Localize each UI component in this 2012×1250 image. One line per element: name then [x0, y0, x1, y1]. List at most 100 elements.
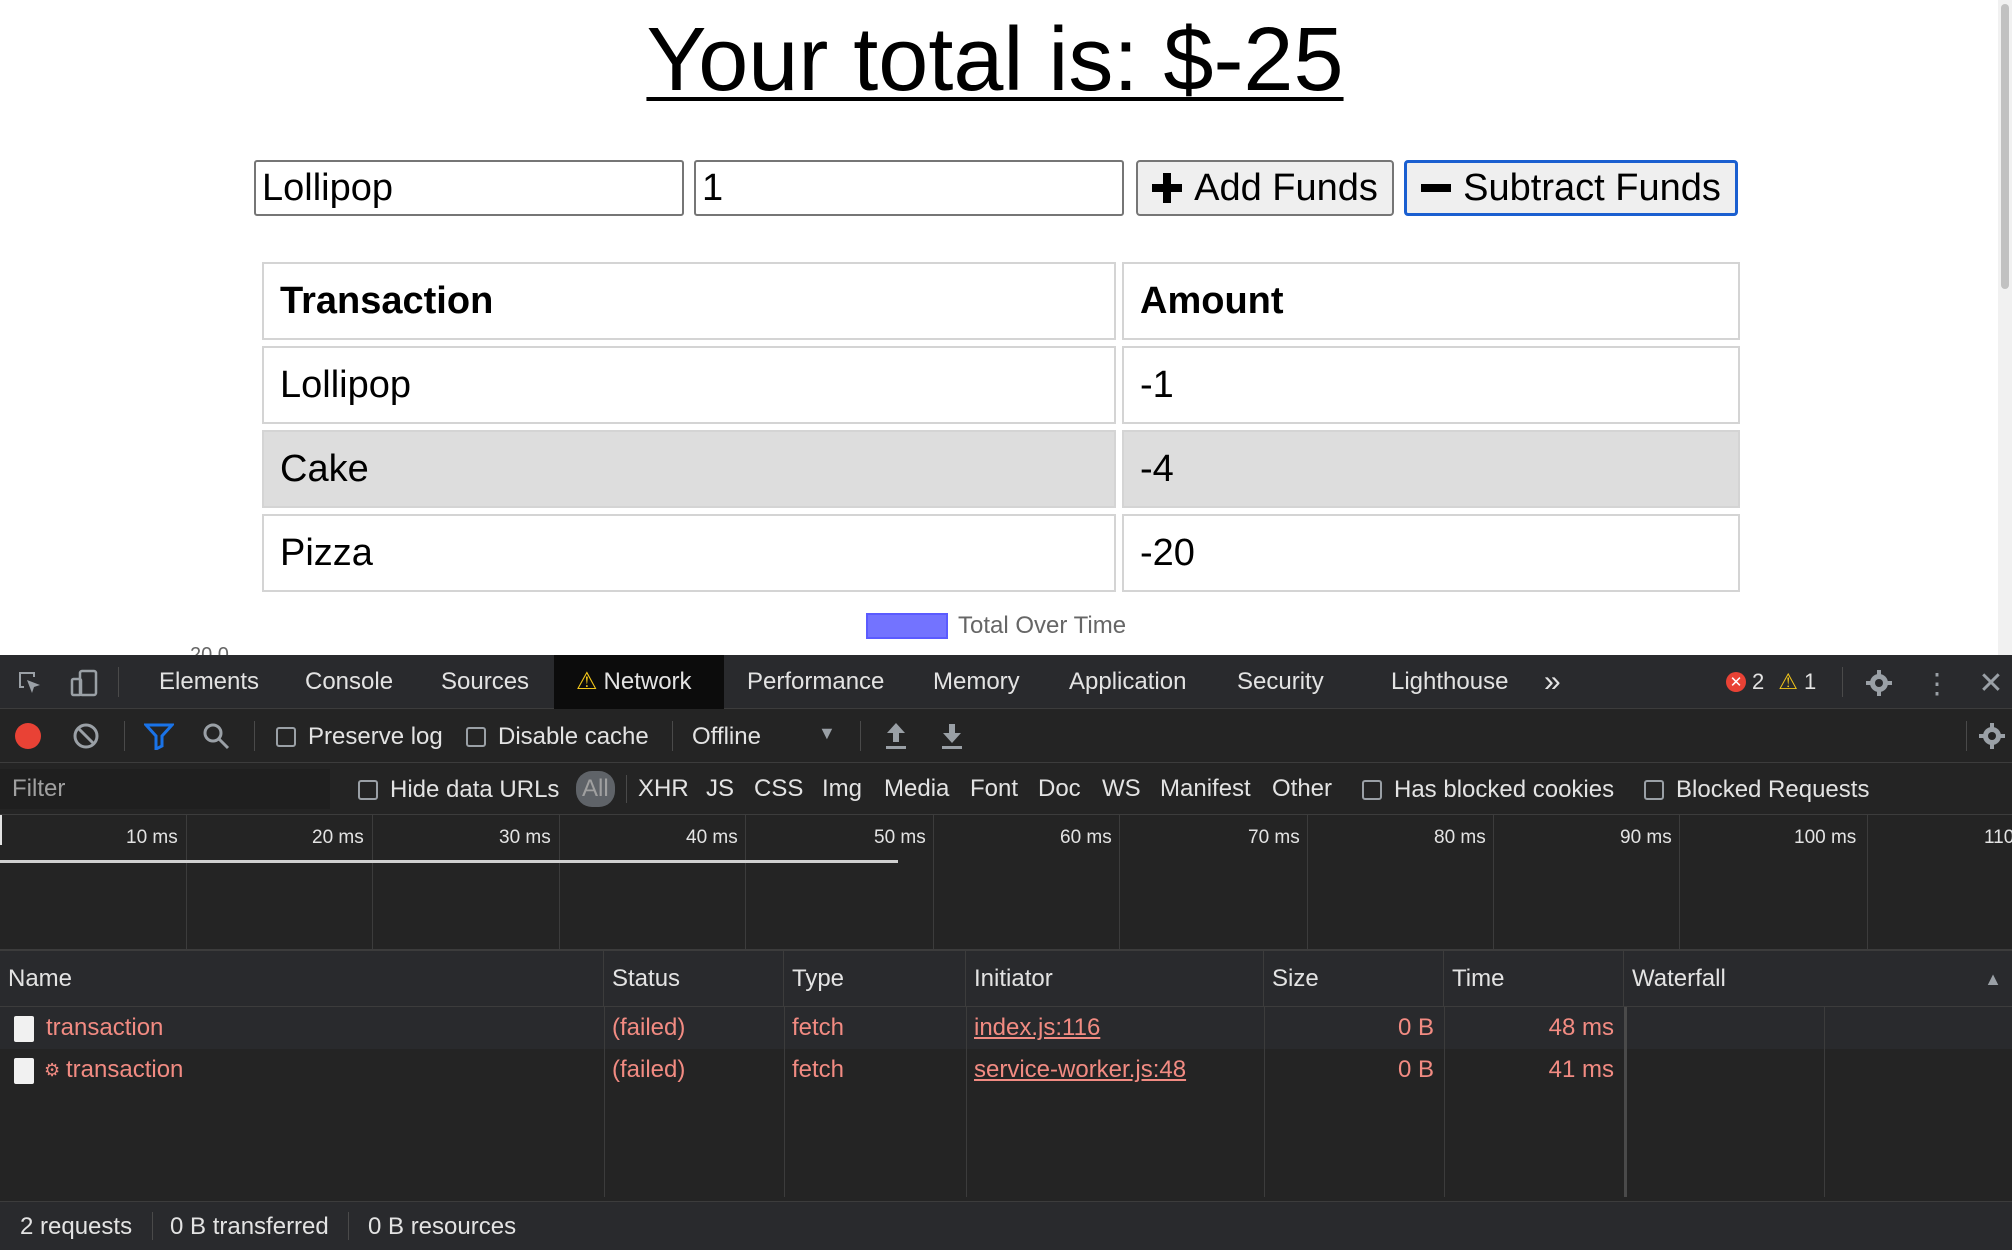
tab-network[interactable]: ⚠ Network — [554, 655, 724, 709]
column-header-status[interactable]: Status — [604, 951, 784, 1007]
import-har-icon[interactable] — [882, 721, 910, 751]
network-settings-gear-icon[interactable] — [1976, 720, 2008, 752]
request-status: (failed) — [612, 1056, 686, 1083]
tab-network-label: Network — [603, 668, 692, 695]
inspect-element-icon[interactable] — [14, 667, 46, 699]
filter-type-img[interactable]: Img — [820, 771, 864, 807]
network-toolbar: Preserve log Disable cache Offline ▼ — [0, 709, 2012, 763]
table-row[interactable]: transaction (failed) fetch index.js:116 … — [0, 1007, 1624, 1049]
hide-data-urls-label: Hide data URLs — [390, 776, 560, 803]
tab-elements[interactable]: Elements — [137, 655, 281, 709]
request-initiator-link[interactable]: service-worker.js:48 — [974, 1049, 1186, 1091]
export-har-icon[interactable] — [938, 721, 966, 751]
disable-cache-label: Disable cache — [498, 723, 649, 750]
divider — [152, 1212, 153, 1240]
column-header-name[interactable]: Name — [0, 951, 604, 1007]
column-divider — [1444, 1007, 1445, 1197]
column-header-size[interactable]: Size — [1264, 951, 1444, 1007]
filter-type-all[interactable]: All — [576, 771, 615, 807]
filter-type-other[interactable]: Other — [1270, 771, 1334, 807]
subtract-funds-button[interactable]: Subtract Funds — [1404, 160, 1738, 216]
resources-size: 0 B resources — [368, 1213, 517, 1240]
transaction-name-cell: Cake — [262, 430, 1116, 508]
request-initiator-link[interactable]: index.js:116 — [974, 1007, 1100, 1049]
network-overview-timeline[interactable]: 10 ms 20 ms 30 ms 40 ms 50 ms 60 ms 70 m… — [0, 815, 2012, 951]
column-header-time[interactable]: Time — [1444, 951, 1624, 1007]
tab-performance[interactable]: Performance — [725, 655, 906, 709]
filter-type-css[interactable]: CSS — [752, 771, 805, 807]
scrollbar-thumb[interactable] — [2001, 4, 2009, 289]
search-icon[interactable] — [202, 722, 230, 750]
filter-type-js[interactable]: JS — [704, 771, 736, 807]
request-type: fetch — [792, 1014, 845, 1041]
waterfall-cell — [1624, 1007, 2012, 1049]
close-icon[interactable]: ✕ — [1976, 666, 2006, 700]
settings-gear-icon[interactable] — [1862, 666, 1896, 700]
table-row[interactable]: ⚙ transaction (failed) fetch service-wor… — [0, 1049, 1624, 1091]
tab-application[interactable]: Application — [1047, 655, 1208, 709]
transaction-name-input[interactable] — [254, 160, 684, 216]
preserve-log-checkbox[interactable]: Preserve log — [276, 723, 443, 751]
request-time: 41 ms — [1548, 1056, 1614, 1083]
issues-counter[interactable]: ✕ 2 ⚠ 1 — [1726, 669, 1816, 695]
more-tabs-icon[interactable]: » — [1536, 655, 1569, 709]
filter-type-doc[interactable]: Doc — [1036, 771, 1083, 807]
chart-legend[interactable]: Total Over Time — [866, 612, 1126, 640]
column-header-type[interactable]: Type — [784, 951, 966, 1007]
header-transaction: Transaction — [262, 262, 1116, 340]
tab-sources[interactable]: Sources — [419, 655, 551, 709]
table-row: Pizza -20 — [262, 514, 1740, 592]
clear-icon[interactable] — [72, 722, 100, 750]
filter-type-media[interactable]: Media — [882, 771, 951, 807]
checkbox-box — [276, 727, 296, 747]
tab-lighthouse[interactable]: Lighthouse — [1369, 655, 1530, 709]
sort-ascending-icon: ▲ — [1984, 969, 2002, 989]
warning-icon: ⚠ — [1778, 669, 1798, 694]
timeline-gridline — [1867, 815, 1868, 949]
divider — [672, 721, 673, 751]
table-header-row: Transaction Amount — [262, 262, 1740, 340]
filter-type-xhr[interactable]: XHR — [636, 771, 691, 807]
transaction-amount-input[interactable] — [694, 160, 1124, 216]
more-options-icon[interactable]: ⋮ — [1922, 666, 1952, 700]
timeline-tick-label: 20 ms — [312, 827, 364, 848]
tab-memory[interactable]: Memory — [911, 655, 1042, 709]
hide-data-urls-checkbox[interactable]: Hide data URLs — [358, 776, 559, 804]
timeline-gridline — [1679, 815, 1680, 949]
filter-type-ws[interactable]: WS — [1100, 771, 1143, 807]
timeline-gridline — [1493, 815, 1494, 949]
filter-icon[interactable] — [144, 722, 174, 750]
waterfall-label: Waterfall — [1632, 965, 1726, 992]
devtools-panel: Elements Console Sources ⚠ Network Perfor… — [0, 655, 2012, 1250]
timeline-tick-label: 80 ms — [1434, 827, 1486, 848]
legend-label: Total Over Time — [958, 612, 1127, 639]
column-header-initiator[interactable]: Initiator — [966, 951, 1264, 1007]
filter-type-font[interactable]: Font — [968, 771, 1020, 807]
tab-security[interactable]: Security — [1215, 655, 1346, 709]
has-blocked-cookies-checkbox[interactable]: Has blocked cookies — [1362, 776, 1614, 804]
request-size: 0 B — [1397, 1014, 1434, 1041]
service-worker-gear-icon: ⚙ — [44, 1060, 61, 1080]
checkbox-box — [1644, 780, 1664, 800]
blocked-requests-checkbox[interactable]: Blocked Requests — [1644, 776, 1869, 804]
subtract-funds-label: Subtract Funds — [1463, 166, 1721, 209]
timeline-gridline — [933, 815, 934, 949]
timeline-tick-label: 60 ms — [1060, 827, 1112, 848]
tab-console[interactable]: Console — [283, 655, 415, 709]
timeline-tick-label: 110 ms — [1984, 827, 2012, 848]
record-icon[interactable] — [14, 722, 42, 750]
timeline-gridline — [186, 815, 187, 949]
disable-cache-checkbox[interactable]: Disable cache — [466, 723, 649, 751]
plus-icon — [1152, 173, 1183, 203]
timeline-tick-label: 10 ms — [126, 827, 178, 848]
page-scrollbar[interactable] — [1998, 0, 2012, 655]
document-icon — [14, 1016, 34, 1042]
filter-type-manifest[interactable]: Manifest — [1158, 771, 1253, 807]
add-funds-button[interactable]: Add Funds — [1136, 160, 1394, 216]
throttling-select[interactable]: Offline ▼ — [692, 723, 840, 751]
column-divider — [604, 1007, 605, 1197]
device-toolbar-icon[interactable] — [68, 667, 100, 699]
divider — [860, 721, 861, 751]
filter-input[interactable]: Filter — [0, 769, 330, 809]
column-header-waterfall[interactable]: Waterfall ▲ — [1624, 951, 2012, 1007]
